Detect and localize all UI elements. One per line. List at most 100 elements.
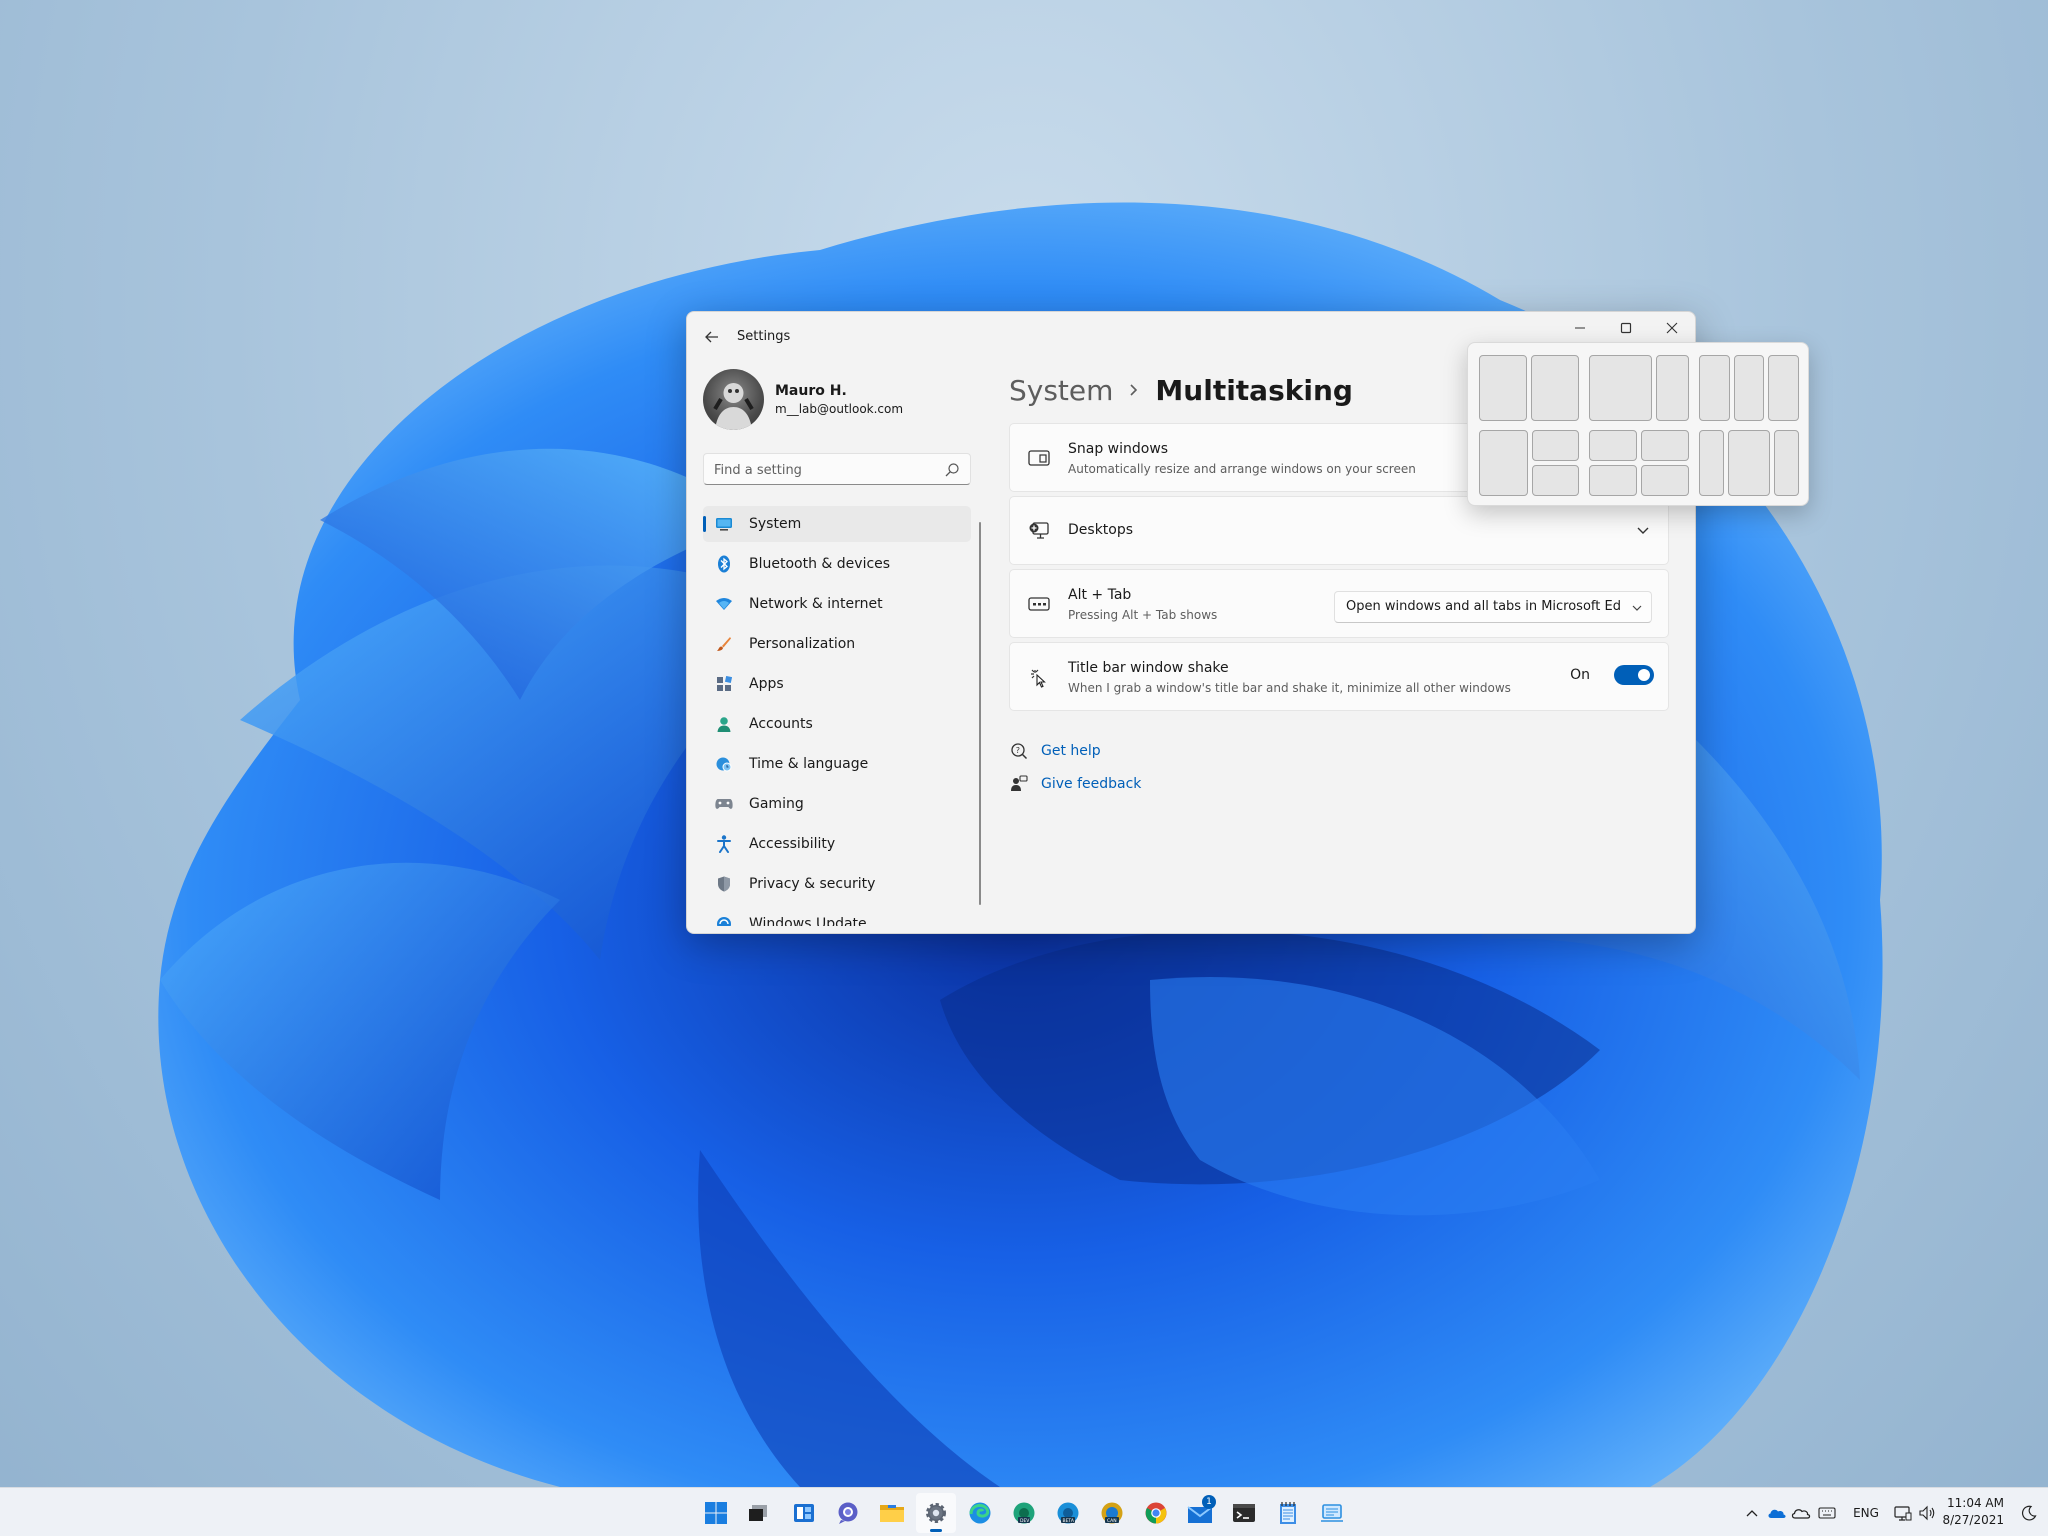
sidebar-item-apps[interactable]: Apps <box>703 666 971 702</box>
tray-network[interactable] <box>1892 1502 1914 1524</box>
taskbar-start-button[interactable] <box>696 1493 736 1533</box>
snap-zone[interactable] <box>1532 465 1579 496</box>
taskbar-terminal[interactable] <box>1224 1493 1264 1533</box>
snap-layout-three-columns[interactable] <box>1699 355 1800 421</box>
desktops-card[interactable]: Desktops <box>1009 496 1669 565</box>
snap-zone[interactable] <box>1733 355 1765 421</box>
desktops-title: Desktops <box>1068 522 1134 538</box>
sidebar-item-time-language[interactable]: Time & language <box>703 746 971 782</box>
mail-badge: 1 <box>1202 1495 1216 1509</box>
profile-name: Mauro H. <box>775 383 847 399</box>
snap-zone[interactable] <box>1479 355 1527 421</box>
sidebar-item-accessibility[interactable]: Accessibility <box>703 826 971 862</box>
taskbar-edge[interactable] <box>960 1493 1000 1533</box>
maximize-button[interactable] <box>1603 312 1649 344</box>
chevron-down-icon[interactable] <box>1632 520 1654 542</box>
snap-layout-four-quadrants[interactable] <box>1589 430 1689 496</box>
sidebar-item-bluetooth[interactable]: Bluetooth & devices <box>703 546 971 582</box>
avatar[interactable] <box>703 369 764 430</box>
taskbar-edge-beta[interactable]: BETA <box>1048 1493 1088 1533</box>
close-button[interactable] <box>1649 312 1695 344</box>
task-view-icon <box>749 1505 767 1521</box>
update-icon <box>715 915 733 926</box>
taskbar-task-view[interactable] <box>738 1493 778 1533</box>
snap-zone[interactable] <box>1532 430 1579 461</box>
title-bar-shake-toggle[interactable] <box>1614 665 1654 685</box>
snap-zone[interactable] <box>1768 355 1800 421</box>
snap-windows-description: Automatically resize and arrange windows… <box>1068 462 1416 476</box>
folder-icon <box>880 1505 904 1522</box>
sidebar-scrollbar[interactable] <box>979 522 981 905</box>
widgets-icon <box>794 1504 814 1522</box>
taskbar-widgets[interactable] <box>784 1493 824 1533</box>
snap-zone[interactable] <box>1727 430 1771 496</box>
tray-overflow-button[interactable] <box>1742 1502 1762 1524</box>
taskbar-notepad[interactable] <box>1268 1493 1308 1533</box>
tray-language[interactable]: ENG <box>1850 1502 1882 1524</box>
edge-icon <box>969 1502 991 1524</box>
sidebar-item-system[interactable]: System <box>703 506 971 542</box>
sidebar-item-label: Privacy & security <box>749 876 876 892</box>
snap-windows-icon <box>1028 447 1050 469</box>
sidebar-item-accounts[interactable]: Accounts <box>703 706 971 742</box>
sidebar-item-privacy[interactable]: Privacy & security <box>703 866 971 902</box>
snap-zone[interactable] <box>1479 430 1528 496</box>
snap-zone[interactable] <box>1774 430 1799 496</box>
sidebar-item-personalization[interactable]: Personalization <box>703 626 971 662</box>
snap-zone[interactable] <box>1589 430 1637 461</box>
taskbar-chat[interactable] <box>828 1493 868 1533</box>
sidebar-item-windows-update[interactable]: Windows Update <box>703 906 971 926</box>
keyboard-icon <box>1818 1507 1836 1519</box>
back-button[interactable] <box>699 326 725 348</box>
taskbar-mail[interactable]: 1 <box>1180 1493 1220 1533</box>
taskbar-file-explorer[interactable] <box>872 1493 912 1533</box>
person-icon <box>715 715 733 733</box>
sidebar-nav: System Bluetooth & devices Network & int… <box>703 506 971 926</box>
snap-zone[interactable] <box>1641 465 1689 496</box>
give-feedback-link[interactable]: Give feedback <box>1009 773 1141 795</box>
network-monitor-icon <box>1894 1506 1912 1521</box>
find-setting-box <box>703 453 971 485</box>
tray-volume[interactable] <box>1916 1502 1938 1524</box>
taskbar-settings[interactable] <box>916 1493 956 1533</box>
toggle-knob <box>1638 669 1650 681</box>
tray-onedrive[interactable] <box>1766 1502 1788 1524</box>
snap-layout-three-columns-wide-center[interactable] <box>1699 430 1799 496</box>
apps-icon <box>715 675 733 693</box>
sidebar-item-label: Accessibility <box>749 836 836 852</box>
taskbar-edge-canary[interactable]: CAN <box>1092 1493 1132 1533</box>
edge-canary-icon: CAN <box>1101 1502 1123 1524</box>
search-icon[interactable] <box>944 462 960 478</box>
svg-text:DEV: DEV <box>1020 1518 1030 1524</box>
breadcrumb-parent[interactable]: System <box>1009 374 1113 407</box>
snap-zone[interactable] <box>1589 355 1653 421</box>
snap-layout-two-halves[interactable] <box>1479 355 1579 421</box>
clock-date: 8/27/2021 <box>1942 1513 2004 1527</box>
page-title: Multitasking <box>1155 373 1353 407</box>
snap-zone[interactable] <box>1589 465 1637 496</box>
taskbar-hyper-v[interactable] <box>1312 1493 1352 1533</box>
chevron-right-icon <box>1129 383 1139 397</box>
alt-tab-dropdown[interactable]: Open windows and all tabs in Microsoft E… <box>1334 591 1652 623</box>
snap-zone[interactable] <box>1656 355 1689 421</box>
taskbar-clock[interactable]: 11:04 AM 8/27/2021 <box>1942 1495 2004 1529</box>
taskbar-chrome[interactable] <box>1136 1493 1176 1533</box>
sidebar-item-gaming[interactable]: Gaming <box>703 786 971 822</box>
get-help-link[interactable]: ? Get help <box>1009 740 1101 762</box>
gear-icon <box>926 1503 946 1523</box>
snap-zone[interactable] <box>1531 355 1579 421</box>
taskbar-edge-dev[interactable]: DEV <box>1004 1493 1044 1533</box>
snap-zone[interactable] <box>1699 355 1730 421</box>
tray-onedrive-personal[interactable] <box>1790 1502 1812 1524</box>
snap-layout-two-thirds-one-third[interactable] <box>1589 355 1689 421</box>
sidebar-item-network[interactable]: Network & internet <box>703 586 971 622</box>
snap-zone[interactable] <box>1641 430 1689 461</box>
sidebar-item-label: Personalization <box>749 636 856 652</box>
search-input[interactable] <box>714 460 934 480</box>
snap-zone[interactable] <box>1699 430 1724 496</box>
tray-keyboard[interactable] <box>1816 1502 1838 1524</box>
snap-layout-half-and-two-quarters[interactable] <box>1479 430 1579 496</box>
minimize-button[interactable] <box>1557 312 1603 344</box>
tray-focus-assist[interactable] <box>2018 1502 2040 1524</box>
edge-dev-icon: DEV <box>1013 1502 1035 1524</box>
